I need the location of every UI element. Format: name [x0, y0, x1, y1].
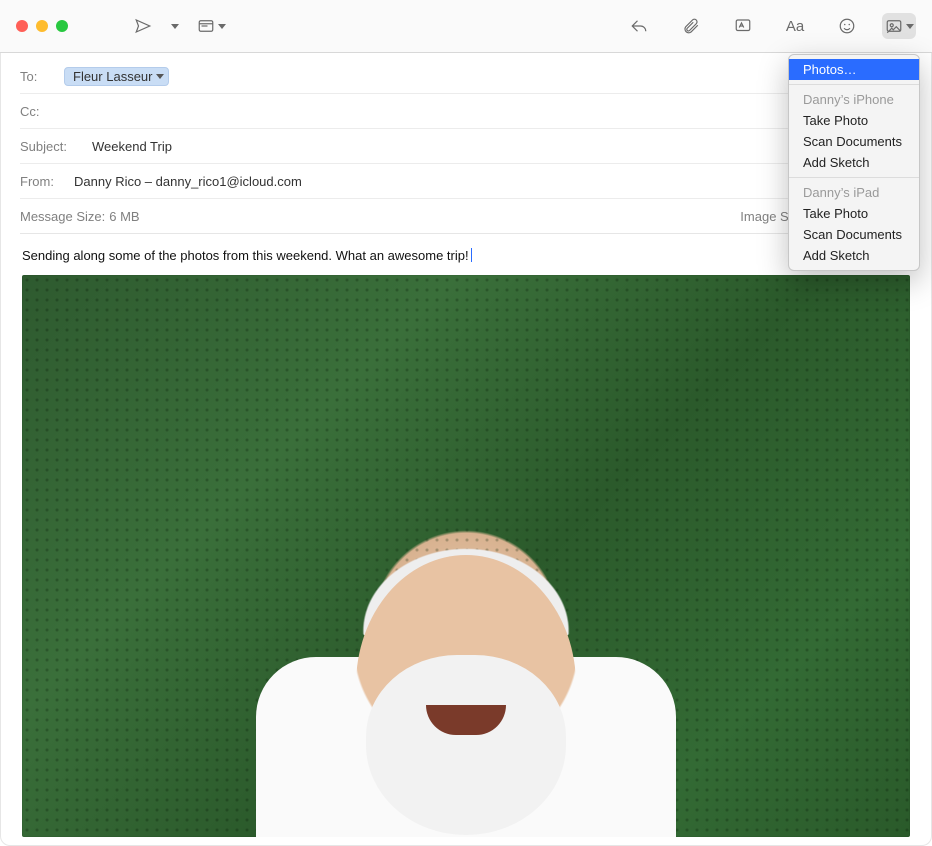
- header-fields-button[interactable]: [194, 13, 228, 39]
- cc-label: Cc:: [20, 104, 58, 119]
- menu-item-ipad-add-sketch[interactable]: Add Sketch: [789, 245, 919, 266]
- chevron-down-icon: [156, 74, 164, 79]
- subject-label: Subject:: [20, 139, 86, 154]
- window-controls: [16, 20, 68, 32]
- body-text: Sending along some of the photos from th…: [22, 248, 469, 263]
- send-options-button[interactable]: [166, 13, 180, 39]
- photo-browser-icon: [885, 17, 903, 35]
- menu-item-iphone-add-sketch[interactable]: Add Sketch: [789, 152, 919, 173]
- reply-button[interactable]: [622, 13, 656, 39]
- message-size-value: 6 MB: [109, 209, 139, 224]
- from-field-row[interactable]: From: Danny Rico – danny_rico1@icloud.co…: [20, 164, 912, 199]
- markup-button[interactable]: [726, 13, 760, 39]
- to-field-row[interactable]: To: Fleur Lasseur: [20, 59, 912, 94]
- zoom-window-button[interactable]: [56, 20, 68, 32]
- menu-item-iphone-scan-documents[interactable]: Scan Documents: [789, 131, 919, 152]
- format-button[interactable]: Aa: [778, 13, 812, 39]
- recipient-name: Fleur Lasseur: [73, 69, 152, 84]
- send-button[interactable]: [126, 13, 160, 39]
- attach-button[interactable]: [674, 13, 708, 39]
- paperclip-icon: [682, 17, 700, 35]
- menu-item-ipad-take-photo[interactable]: Take Photo: [789, 203, 919, 224]
- message-size-label: Message Size:: [20, 209, 105, 224]
- menu-item-ipad-scan-documents[interactable]: Scan Documents: [789, 224, 919, 245]
- menu-item-iphone-take-photo[interactable]: Take Photo: [789, 110, 919, 131]
- message-size-row: Message Size: 6 MB Image Size: Actual Si…: [20, 199, 912, 234]
- toolbar: Aa: [0, 0, 932, 53]
- subject-value: Weekend Trip: [92, 139, 172, 154]
- from-value: Danny Rico – danny_rico1@icloud.com: [74, 174, 302, 189]
- message-body[interactable]: Sending along some of the photos from th…: [0, 234, 932, 837]
- reply-icon: [630, 17, 648, 35]
- minimize-window-button[interactable]: [36, 20, 48, 32]
- to-label: To:: [20, 69, 58, 84]
- header-fields-icon: [197, 17, 215, 35]
- cc-field-row[interactable]: Cc:: [20, 94, 912, 129]
- menu-section-ipad: Danny’s iPad: [789, 182, 919, 203]
- close-window-button[interactable]: [16, 20, 28, 32]
- subject-field-row[interactable]: Subject: Weekend Trip: [20, 129, 912, 164]
- send-icon: [134, 17, 152, 35]
- format-icon: Aa: [786, 18, 804, 35]
- markup-icon: [734, 17, 752, 35]
- menu-item-photos[interactable]: Photos…: [789, 59, 919, 80]
- text-cursor: [471, 248, 472, 262]
- photo-browser-menu: Photos… Danny’s iPhone Take Photo Scan D…: [788, 54, 920, 271]
- menu-section-iphone: Danny’s iPhone: [789, 89, 919, 110]
- menu-separator: [789, 84, 919, 85]
- photo-browser-button[interactable]: [882, 13, 916, 39]
- emoji-button[interactable]: [830, 13, 864, 39]
- recipient-token[interactable]: Fleur Lasseur: [64, 67, 169, 86]
- attached-photo[interactable]: [22, 275, 910, 837]
- emoji-icon: [838, 17, 856, 35]
- menu-separator: [789, 177, 919, 178]
- from-label: From:: [20, 174, 68, 189]
